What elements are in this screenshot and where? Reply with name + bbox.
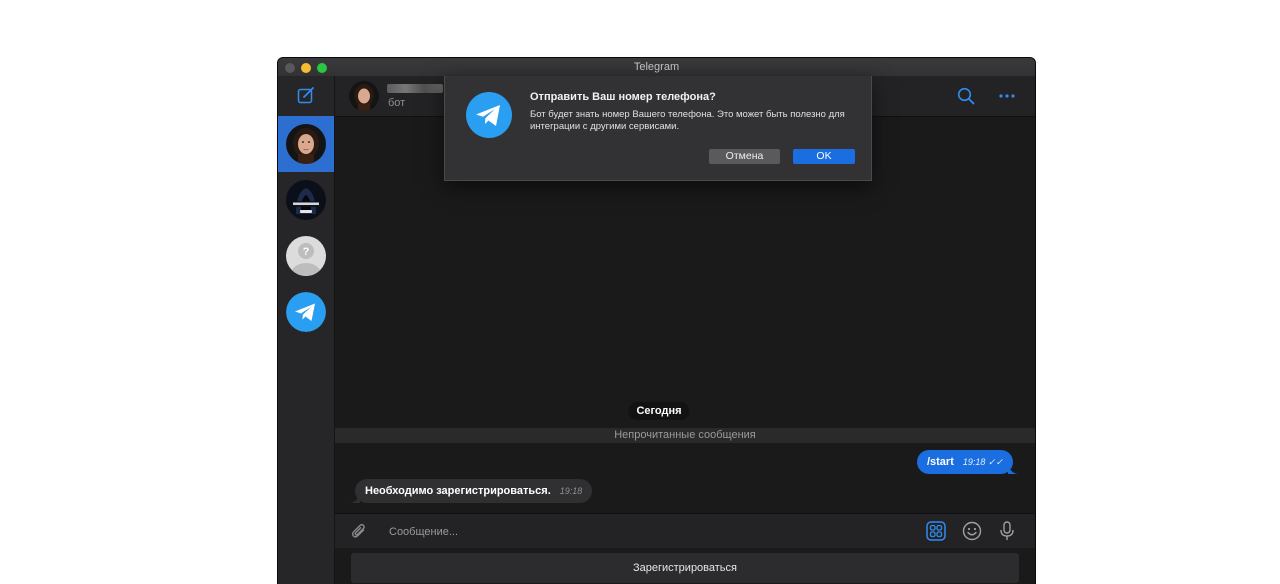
unread-separator: Непрочитанные сообщения xyxy=(335,428,1035,443)
chat-header-avatar[interactable] xyxy=(349,81,379,111)
message-time: 19:18 xyxy=(559,486,583,496)
bot-keyboard-icon[interactable] xyxy=(926,521,946,541)
search-icon[interactable] xyxy=(957,87,975,105)
message-input[interactable] xyxy=(387,521,891,543)
unknown-user-avatar: ? xyxy=(286,236,326,276)
chat-sidebar: ? xyxy=(278,76,335,584)
read-checkmarks-icon: ✓✓ xyxy=(987,456,1003,467)
incoming-message[interactable]: Необходимо зарегистрироваться. 19:18 xyxy=(350,479,593,503)
bubble-tail xyxy=(1008,464,1018,474)
dialog-title: Отправить Ваш номер телефона? xyxy=(530,91,716,103)
title-bar: Telegram xyxy=(278,58,1035,76)
share-phone-dialog: Отправить Ваш номер телефона? Бот будет … xyxy=(444,76,872,181)
paperclip-icon[interactable] xyxy=(350,522,368,540)
chat-item-channel[interactable] xyxy=(278,172,334,228)
window-title: Telegram xyxy=(633,61,680,73)
message-composer xyxy=(335,513,1035,548)
message-time: 19:18 ✓✓ xyxy=(962,456,1003,467)
bubble-tail xyxy=(350,493,360,503)
more-icon[interactable] xyxy=(998,89,1016,103)
chat-status: бот xyxy=(388,97,406,109)
date-separator: Сегодня xyxy=(628,402,690,420)
chat-item-unknown[interactable]: ? xyxy=(278,228,334,284)
chat-item-bot[interactable] xyxy=(278,116,334,172)
hooded-figure-avatar xyxy=(286,180,326,220)
emoji-icon[interactable] xyxy=(962,521,982,541)
close-window-button[interactable] xyxy=(285,63,295,73)
ok-button[interactable]: OK xyxy=(793,149,855,164)
telegram-logo-icon xyxy=(466,92,512,138)
microphone-icon[interactable] xyxy=(998,521,1016,541)
outgoing-message[interactable]: /start 19:18 ✓✓ xyxy=(916,450,1018,474)
telegram-logo-avatar xyxy=(286,292,326,332)
message-text: /start xyxy=(926,456,954,468)
svg-text:?: ? xyxy=(303,246,310,258)
chat-item-telegram[interactable] xyxy=(278,284,334,340)
minimize-window-button[interactable] xyxy=(301,63,311,73)
message-text: Необходимо зарегистрироваться. xyxy=(365,485,551,497)
compose-icon[interactable] xyxy=(297,86,315,104)
woman-portrait-avatar xyxy=(286,124,326,164)
chat-name-blurred xyxy=(387,84,443,93)
register-keyboard-button[interactable]: Зарегистрироваться xyxy=(351,553,1019,583)
maximize-window-button[interactable] xyxy=(317,63,327,73)
cancel-button[interactable]: Отмена xyxy=(709,149,780,164)
dialog-message: Бот будет знать номер Вашего телефона. Э… xyxy=(530,109,845,132)
